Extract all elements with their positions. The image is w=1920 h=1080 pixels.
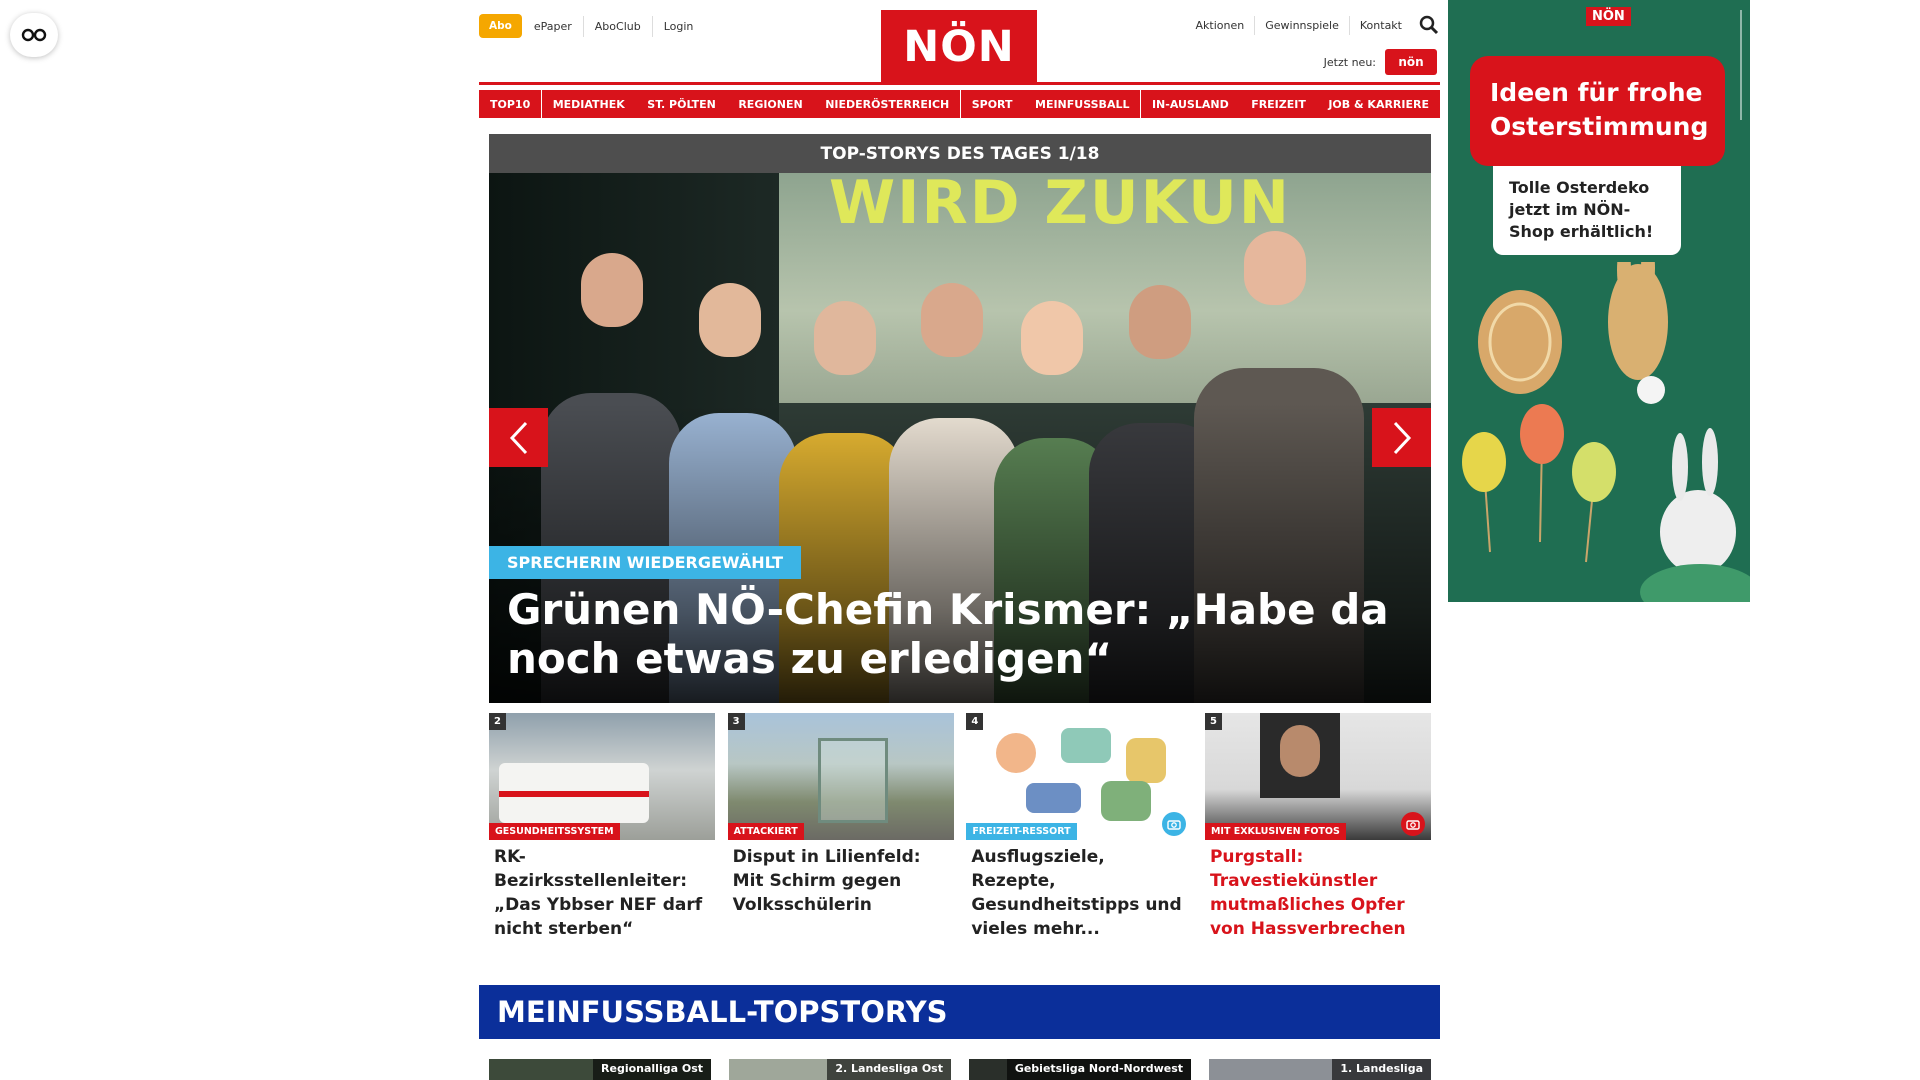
hero-person-head (581, 253, 643, 327)
jetzt-neu-promo[interactable]: Jetzt neu: nön (1324, 49, 1437, 75)
ad-brand-logo: NÖN (1586, 7, 1631, 26)
teaser-image[interactable]: 5 MIT EXKLUSIVEN FOTOS (1204, 713, 1431, 840)
portrait-face-shape (1279, 725, 1320, 777)
illustration-blob (1101, 781, 1152, 821)
nav-sport[interactable]: SPORT (960, 90, 1024, 118)
nav-niederoesterreich[interactable]: NIEDERÖSTERREICH (814, 90, 961, 118)
illustration-blob (1061, 728, 1112, 763)
teaser-card[interactable]: 2 GESUNDHEITSSYSTEM RK-Bezirksstellenlei… (489, 713, 715, 941)
hero-headline[interactable]: Grünen NÖ-Chefin Krismer: „Habe da noch … (507, 585, 1412, 683)
aktionen-link[interactable]: Aktionen (1186, 16, 1255, 35)
teaser-number: 2 (489, 713, 506, 730)
hero-story[interactable]: WIRD ZUKUN SPRECHERIN WIEDERGEWÄHLT Grün… (489, 173, 1431, 703)
league-label: 2. Landesliga Ost (827, 1059, 951, 1080)
page-content: Abo ePaper AboClub Login NÖN Aktionen Ge… (479, 0, 1440, 1080)
glasses-icon (21, 28, 47, 42)
ad-headline: Ideen für frohe Osterstimmung (1470, 56, 1725, 166)
teaser-number: 3 (727, 713, 745, 730)
hero-person-head (1021, 301, 1083, 375)
nav-mediathek[interactable]: MEDIATHEK (541, 90, 636, 118)
ambulance-stripe (499, 791, 649, 797)
ad-banner[interactable]: NÖN Ideen für frohe Osterstimmung Tolle … (1448, 0, 1750, 602)
slider-heading: TOP-STORYS DES TAGES 1/18 (489, 134, 1431, 173)
chevron-right-icon (1393, 421, 1411, 454)
hero-person-head (921, 283, 983, 357)
hero-person-head (1129, 285, 1191, 359)
fussball-card[interactable]: Gebietsliga Nord-Nordwest (969, 1059, 1191, 1080)
gewinnspiele-link[interactable]: Gewinnspiele (1254, 15, 1349, 35)
meinfussball-row: Regionalliga Ost 2. Landesliga Ost Gebie… (489, 1059, 1431, 1080)
illustration-blob (1126, 738, 1167, 783)
nav-job-karriere[interactable]: JOB & KARRIERE (1317, 90, 1440, 118)
teaser-image[interactable]: 2 GESUNDHEITSSYSTEM (489, 713, 715, 840)
nav-freizeit[interactable]: FREIZEIT (1240, 90, 1317, 118)
league-label: Regionalliga Ost (593, 1059, 711, 1080)
easter-decoration-illustration (1462, 262, 1750, 602)
top-stories-slider: TOP-STORYS DES TAGES 1/18 WIRD ZUKUN SPR… (489, 134, 1431, 703)
reader-mode-button[interactable] (10, 13, 58, 57)
nav-regionen[interactable]: REGIONEN (727, 90, 814, 118)
camera-icon (1162, 812, 1187, 836)
fussball-card[interactable]: Regionalliga Ost (489, 1059, 711, 1080)
teaser-title[interactable]: Purgstall: Travestiekünstler mutmaßliche… (1205, 840, 1431, 941)
service-nav: Aktionen Gewinnspiele Kontakt (1186, 14, 1440, 36)
teaser-card[interactable]: 5 MIT EXKLUSIVEN FOTOS Purgstall: Traves… (1204, 713, 1431, 941)
illustration-blob (996, 733, 1037, 773)
hero-person-head (699, 283, 761, 357)
teaser-category: FREIZEIT-RESSORT (966, 823, 1077, 840)
main-nav: TOP10 MEDIATHEK ST. PÖLTEN REGIONEN NIED… (479, 82, 1440, 118)
league-label: Gebietsliga Nord-Nordwest (1006, 1059, 1191, 1080)
hero-person-head (814, 301, 876, 375)
teaser-title[interactable]: Disput in Lilienfeld: Mit Schirm gegen V… (728, 840, 954, 917)
ad-note: Tolle Osterdeko jetzt im NÖN-Shop erhält… (1493, 166, 1681, 255)
teaser-card[interactable]: 4 FREIZEIT-RESSORT Ausflugsziele, Rezept… (966, 713, 1193, 941)
nav-meinfussball[interactable]: MEINFUSSBALL (1024, 90, 1141, 118)
slider-prev-button[interactable] (489, 408, 548, 467)
hero-kicker: SPRECHERIN WIEDERGEWÄHLT (489, 546, 802, 579)
nav-st-poelten[interactable]: ST. PÖLTEN (636, 90, 727, 118)
teaser-title[interactable]: Ausflugsziele, Rezepte, Gesundheitstipps… (966, 840, 1192, 941)
teaser-title[interactable]: RK-Bezirksstellenleiter: „Das Ybbser NEF… (489, 840, 715, 941)
fussball-card[interactable]: 1. Landesliga (1209, 1059, 1431, 1080)
teaser-number: 5 (1204, 713, 1222, 730)
teaser-image[interactable]: 4 FREIZEIT-RESSORT (966, 713, 1193, 840)
mini-noen-logo: nön (1385, 49, 1437, 75)
fussball-card[interactable]: 2. Landesliga Ost (729, 1059, 951, 1080)
header: Abo ePaper AboClub Login NÖN Aktionen Ge… (479, 0, 1440, 84)
teaser-category: MIT EXKLUSIVEN FOTOS (1204, 823, 1346, 840)
nav-in-ausland[interactable]: IN-AUSLAND (1140, 90, 1240, 118)
illustration-blob (1026, 783, 1082, 813)
teaser-row: 2 GESUNDHEITSSYSTEM RK-Bezirksstellenlei… (489, 713, 1431, 941)
bus-shelter-shape (817, 738, 888, 823)
hero-screen-text: WIRD ZUKUN (829, 173, 1292, 238)
teaser-card[interactable]: 3 ATTACKIERT Disput in Lilienfeld: Mit S… (727, 713, 954, 941)
aboclub-link[interactable]: AboClub (582, 15, 652, 37)
camera-icon (1400, 812, 1425, 836)
hero-person-head (1244, 231, 1306, 305)
chevron-left-icon (509, 421, 527, 454)
kontakt-link[interactable]: Kontakt (1348, 15, 1412, 35)
league-label: 1. Landesliga (1332, 1059, 1431, 1080)
login-link[interactable]: Login (651, 15, 705, 37)
teaser-number: 4 (966, 713, 984, 730)
teaser-category: GESUNDHEITSSYSTEM (489, 823, 620, 840)
jetzt-neu-label: Jetzt neu: (1323, 55, 1376, 69)
abo-button[interactable]: Abo (479, 14, 522, 38)
search-icon[interactable] (1418, 14, 1440, 36)
top-nav: Abo ePaper AboClub Login (479, 14, 704, 38)
teaser-image[interactable]: 3 ATTACKIERT (727, 713, 954, 840)
teaser-category: ATTACKIERT (727, 823, 804, 840)
site-logo[interactable]: NÖN (881, 10, 1037, 84)
ad-photo-credit-mark (1740, 10, 1742, 120)
meinfussball-heading[interactable]: MEINFUSSBALL-TOPSTORYS (479, 985, 1440, 1039)
epaper-link[interactable]: ePaper (523, 16, 583, 37)
slider-next-button[interactable] (1372, 408, 1431, 467)
nav-top10[interactable]: TOP10 (479, 90, 542, 118)
